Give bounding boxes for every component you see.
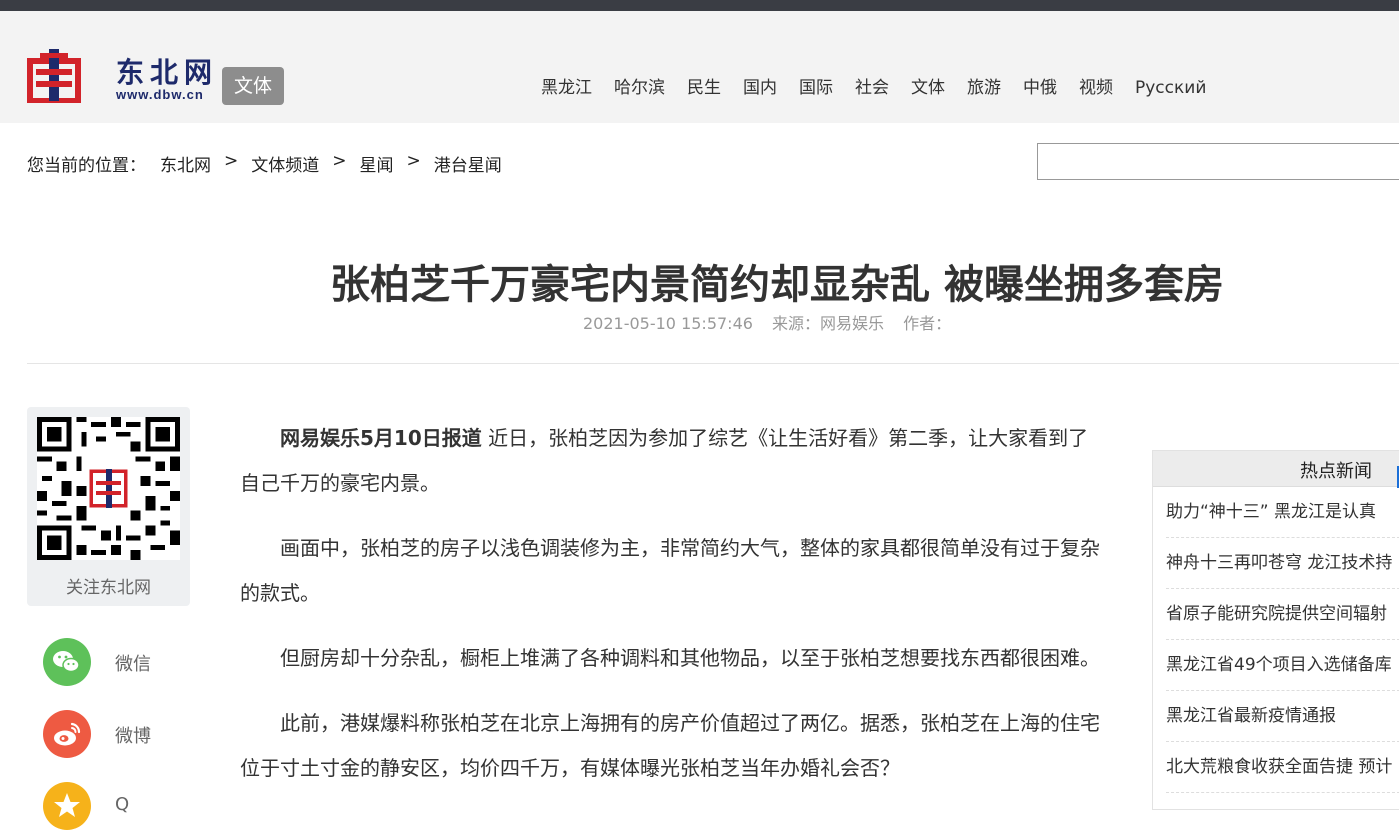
share-third-label: Q xyxy=(115,794,130,815)
hot-news-title: 热点新闻 xyxy=(1300,461,1372,482)
logo-text: 东北网 xyxy=(116,56,219,89)
hot-news-item[interactable]: 助力“神十三” 黑龙江是认真 xyxy=(1166,487,1399,538)
article-body: 网易娱乐5月10日报道 近日，张柏芝因为参加了综艺《让生活好看》第二季，让大家看… xyxy=(240,416,1100,811)
nav-item-heilongjiang[interactable]: 黑龙江 xyxy=(530,75,603,101)
dbw-emblem-icon xyxy=(27,49,81,103)
nav-item-minsheng[interactable]: 民生 xyxy=(676,75,732,101)
share-weibo-label: 微博 xyxy=(115,726,151,747)
hot-news-item[interactable]: 省原子能研究院提供空间辐射 xyxy=(1166,589,1399,640)
qr-code-icon xyxy=(37,417,180,560)
breadcrumb-item-star-news[interactable]: 星闻 xyxy=(360,151,394,176)
share-wechat-button[interactable]: 微信 xyxy=(43,638,203,686)
breadcrumb-separator: > xyxy=(332,151,347,171)
nav-item-culture-sports[interactable]: 文体 xyxy=(900,75,956,101)
article-source: 来源：网易娱乐 xyxy=(772,314,885,333)
nav-item-domestic[interactable]: 国内 xyxy=(732,75,788,101)
wechat-icon xyxy=(43,638,91,686)
qr-card: 关注东北网 xyxy=(27,407,190,606)
nav-item-video[interactable]: 视频 xyxy=(1068,75,1124,101)
share-wechat-label: 微信 xyxy=(115,654,151,675)
hot-news-item[interactable]: 神舟十三再叩苍穹 龙江技术持 xyxy=(1166,538,1399,589)
share-weibo-button[interactable]: 微博 xyxy=(43,710,203,758)
channel-badge[interactable]: 文体 xyxy=(222,67,284,105)
article-lead: 网易娱乐5月10日报道 xyxy=(280,426,482,450)
breadcrumb-item-home[interactable]: 东北网 xyxy=(160,151,211,176)
main-nav: 黑龙江 哈尔滨 民生 国内 国际 社会 文体 旅游 中俄 视频 Русский xyxy=(530,75,1217,101)
article-author: 作者： xyxy=(903,314,952,333)
nav-item-russian[interactable]: Русский xyxy=(1124,75,1217,101)
breadcrumb: 您当前的位置： 东北网 > 文体频道 > 星闻 > 港台星闻 xyxy=(27,151,502,176)
article-title: 张柏芝千万豪宅内景简约却显杂乱 被曝坐拥多套房 xyxy=(330,261,1224,308)
search-input[interactable] xyxy=(1037,143,1399,180)
nav-item-china-russia[interactable]: 中俄 xyxy=(1012,75,1068,101)
nav-item-harbin[interactable]: 哈尔滨 xyxy=(603,75,676,101)
article-paragraph: 画面中，张柏芝的房子以浅色调装修为主，非常简约大气，整体的家具都很简单没有过于复… xyxy=(240,536,1100,605)
qr-caption: 关注东北网 xyxy=(66,578,151,598)
hot-news-item[interactable]: 黑龙江省49个项目入选储备库 xyxy=(1166,640,1399,691)
logo-url: www.dbw.cn xyxy=(116,87,204,102)
breadcrumb-prefix: 您当前的位置： xyxy=(27,156,146,176)
nav-item-travel[interactable]: 旅游 xyxy=(956,75,1012,101)
hot-news-item[interactable]: 北大荒粮食收获全面告捷 预计 xyxy=(1166,742,1399,793)
breadcrumb-separator: > xyxy=(406,151,421,171)
site-logo[interactable]: 东北网 www.dbw.cn xyxy=(26,47,216,107)
article-paragraph: 但厨房却十分杂乱，橱柜上堆满了各种调料和其他物品，以至于张柏芝想要找东西都很困难… xyxy=(280,646,1100,670)
title-divider xyxy=(27,363,1399,364)
qzone-star-icon xyxy=(43,782,91,830)
article-paragraph: 此前，港媒爆料称张柏芝在北京上海拥有的房产价值超过了两亿。据悉，张柏芝在上海的住… xyxy=(240,711,1100,780)
hot-news-header: 热点新闻 xyxy=(1153,451,1399,488)
nav-item-international[interactable]: 国际 xyxy=(788,75,844,101)
breadcrumb-item-channel[interactable]: 文体频道 xyxy=(251,151,319,176)
weibo-icon xyxy=(43,710,91,758)
breadcrumb-item-hk-tw[interactable]: 港台星闻 xyxy=(434,151,502,176)
article-datetime: 2021-05-10 15:57:46 xyxy=(583,314,753,333)
article-paragraph: 网易娱乐5月10日报道 近日，张柏芝因为参加了综艺《让生活好看》第二季，让大家看… xyxy=(240,416,1100,506)
share-third-button[interactable]: Q xyxy=(43,782,203,830)
hot-news-list: 助力“神十三” 黑龙江是认真 神舟十三再叩苍穹 龙江技术持 省原子能研究院提供空… xyxy=(1166,487,1399,793)
top-bar xyxy=(0,0,1399,11)
breadcrumb-separator: > xyxy=(224,151,239,171)
article-meta: 2021-05-10 15:57:46 来源：网易娱乐 作者： xyxy=(583,310,965,334)
hot-news-item[interactable]: 黑龙江省最新疫情通报 xyxy=(1166,691,1399,742)
hot-news-panel: 热点新闻 助力“神十三” 黑龙江是认真 神舟十三再叩苍穹 龙江技术持 省原子能研… xyxy=(1152,450,1399,810)
nav-item-society[interactable]: 社会 xyxy=(844,75,900,101)
